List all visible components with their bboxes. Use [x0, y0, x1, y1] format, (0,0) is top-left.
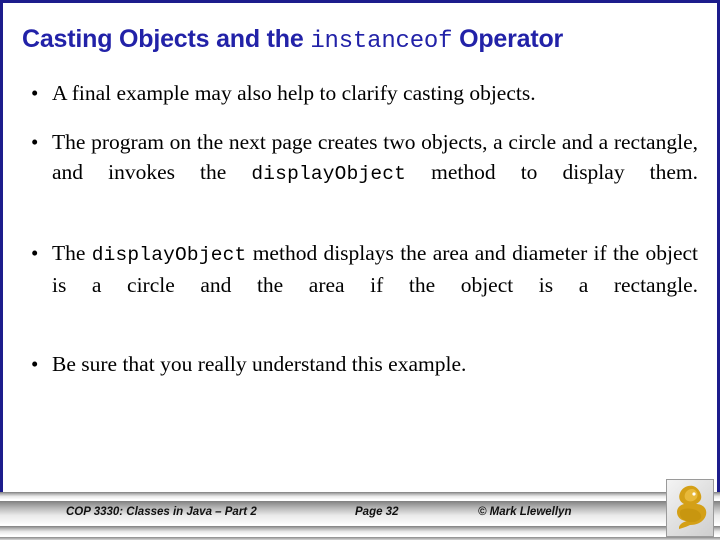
- bullet-item-3: • The displayObject method displays the …: [22, 238, 698, 330]
- slide-footer: COP 3330: Classes in Java – Part 2 Page …: [0, 492, 720, 540]
- footer-course-label: COP 3330: Classes in Java – Part 2: [66, 506, 257, 518]
- bullet-text-segment: The: [52, 241, 92, 265]
- code-token-display-object: displayObject: [251, 163, 407, 185]
- bullet-text-segment: Be sure that you really understand this …: [52, 352, 467, 376]
- bullet-text: The displayObject method displays the ar…: [52, 238, 698, 330]
- slide-border-left: [0, 0, 3, 492]
- bullet-text: A final example may also help to clarify…: [52, 78, 698, 108]
- slide-body: • A final example may also help to clari…: [22, 78, 698, 379]
- bullet-item-2: • The program on the next page creates t…: [22, 127, 698, 219]
- slide: Casting Objects and the instanceof Opera…: [0, 0, 720, 540]
- slide-title-part-before: Casting Objects and the: [22, 25, 311, 53]
- footer-band-lower: [0, 526, 720, 535]
- code-token-display-object: displayObject: [91, 244, 247, 266]
- slide-title-keyword: instanceof: [310, 28, 453, 55]
- slide-title-part-after: Operator: [452, 25, 564, 53]
- slide-title: Casting Objects and the instanceof Opera…: [22, 22, 702, 58]
- bullet-item-4: • Be sure that you really understand thi…: [22, 349, 698, 379]
- footer-copyright: © Mark Llewellyn: [478, 506, 572, 518]
- bullet-marker: •: [31, 81, 39, 105]
- pegasus-logo-box: [666, 479, 714, 537]
- bullet-text-segment: method to display them.: [406, 160, 698, 184]
- bullet-marker: •: [31, 241, 39, 265]
- footer-band-top: [0, 492, 720, 499]
- bullet-marker: •: [31, 352, 39, 376]
- footer-page-number: Page 32: [355, 506, 399, 518]
- bullet-text: Be sure that you really understand this …: [52, 349, 698, 379]
- bullet-text-segment: A final example may also help to clarify…: [52, 81, 536, 105]
- pegasus-icon: [677, 485, 707, 529]
- bullet-item-1: • A final example may also help to clari…: [22, 78, 698, 108]
- bullet-text: The program on the next page creates two…: [52, 127, 698, 219]
- slide-border-top: [0, 0, 720, 3]
- bullet-marker: •: [31, 130, 39, 154]
